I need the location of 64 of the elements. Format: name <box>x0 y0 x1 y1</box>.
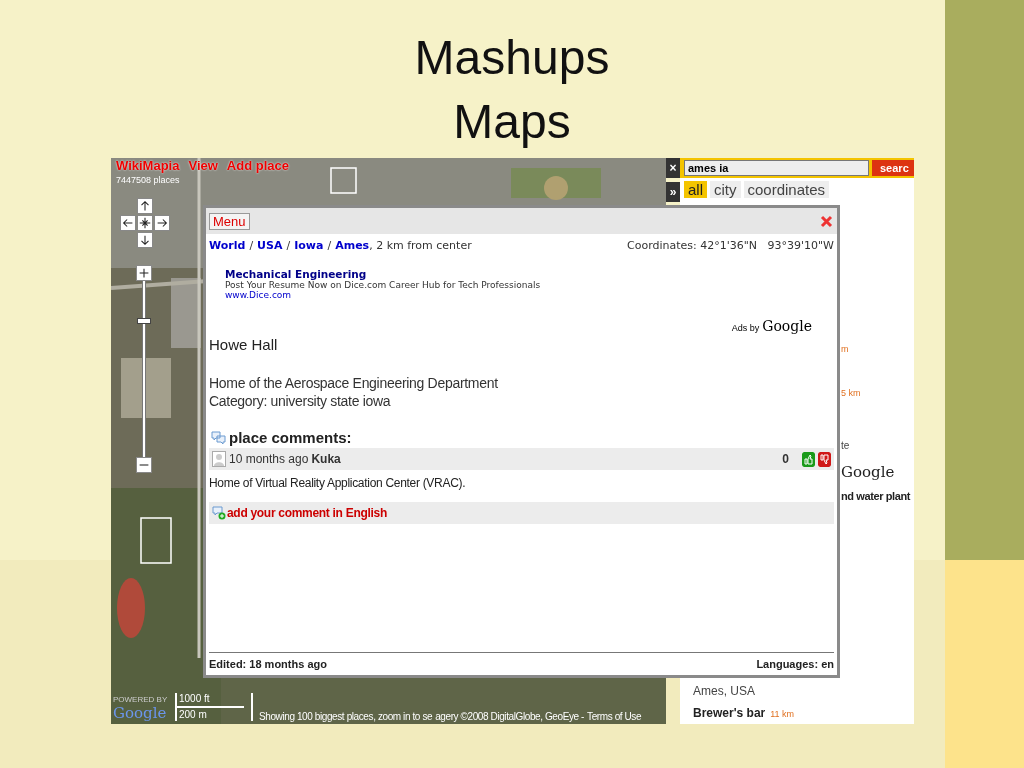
terms-link[interactable]: Terms of Use <box>587 711 642 722</box>
breadcrumb-link[interactable]: Iowa <box>294 239 324 252</box>
powered-by-label: POWERED BY <box>113 695 168 704</box>
ad-title-link[interactable]: Mechanical Engineering <box>225 268 837 280</box>
search-button[interactable]: searc <box>872 160 914 176</box>
breadcrumb-separator: / <box>249 239 254 252</box>
slide-subtitle: Maps <box>453 94 571 150</box>
result-distance: 11 km <box>770 709 795 719</box>
slide-title: Mashups <box>414 30 610 86</box>
coordinates: Coordinates: 42°1'36"N 93°39'10"W <box>627 239 834 252</box>
imagery-credit: agery ©2008 DigitalGlobe, GeoEye - <box>435 711 585 722</box>
user-avatar-icon <box>212 451 226 467</box>
distance-note: , 2 km from center <box>369 239 472 252</box>
comment-score: 0 <box>782 452 789 466</box>
scale-label: 200 m <box>178 709 208 721</box>
pan-center-icon[interactable] <box>137 215 153 231</box>
place-category: Category: university state iowa <box>209 393 392 409</box>
zoom-out-icon[interactable] <box>136 457 152 473</box>
add-comment-link[interactable]: add your comment in English <box>227 506 387 520</box>
thumbs-down-icon[interactable] <box>818 451 831 467</box>
comments-heading: place comments: <box>229 429 352 446</box>
result-location: Ames, USA <box>693 684 756 698</box>
left-arrow-icon[interactable] <box>120 215 136 231</box>
close-button[interactable]: × <box>666 158 680 178</box>
thumbs-up-icon[interactable] <box>802 451 815 467</box>
right-arrow-icon[interactable] <box>154 215 170 231</box>
places-count: 7447508 places <box>116 175 180 185</box>
languages-note: Languages: en <box>756 658 834 670</box>
edited-note: Edited: 18 months ago <box>209 658 327 670</box>
add-comment-icon <box>212 506 226 520</box>
ads-by-label: Ads by <box>731 323 760 333</box>
search-tab[interactable]: all <box>684 181 707 198</box>
search-tab[interactable]: city <box>710 181 741 198</box>
search-field[interactable]: ames ia <box>684 160 869 176</box>
breadcrumb-link[interactable]: World <box>209 239 246 252</box>
result-text: 5 km <box>841 388 862 398</box>
comment-text: Home of Virtual Reality Application Center (VRAC). <box>208 475 467 490</box>
place-name: Howe Hall <box>208 335 279 353</box>
result-text: nd water plant <box>841 489 912 503</box>
scale-label: 1000 ft <box>178 693 211 705</box>
close-icon[interactable] <box>820 214 833 228</box>
result-title[interactable]: Brewer's bar <box>693 706 766 720</box>
search-tab[interactable]: coordinates <box>743 181 830 198</box>
breadcrumb-separator: / <box>286 239 291 252</box>
menu-button[interactable]: Menu <box>209 212 250 230</box>
expand-button[interactable]: » <box>666 182 680 202</box>
up-arrow-icon[interactable] <box>137 198 153 214</box>
result-text: Google <box>841 463 896 481</box>
breadcrumb-separator: / <box>327 239 332 252</box>
speech-bubbles-icon <box>211 430 226 445</box>
comment-author[interactable]: Kuka <box>311 452 341 466</box>
ad-text: Post Your Resume Now on Dice.com Career Hub for Tech Professionals <box>225 280 542 290</box>
result-text: te <box>841 440 851 451</box>
map-logo: Google <box>113 704 168 722</box>
comment-time: 10 months ago <box>229 452 309 466</box>
ad-url[interactable]: www.Dice.com <box>225 290 837 300</box>
zoom-slider-thumb[interactable] <box>137 318 151 325</box>
down-arrow-icon[interactable] <box>137 232 153 248</box>
ads-logo: Google <box>762 318 812 334</box>
place-description: Home of the Aerospace Engineering Department <box>209 375 499 391</box>
status-text: Showing 100 biggest places, zoom in to se <box>259 711 433 722</box>
result-text: m <box>841 344 850 354</box>
zoom-in-icon[interactable] <box>136 265 152 281</box>
breadcrumb-link[interactable]: USA <box>257 239 283 252</box>
